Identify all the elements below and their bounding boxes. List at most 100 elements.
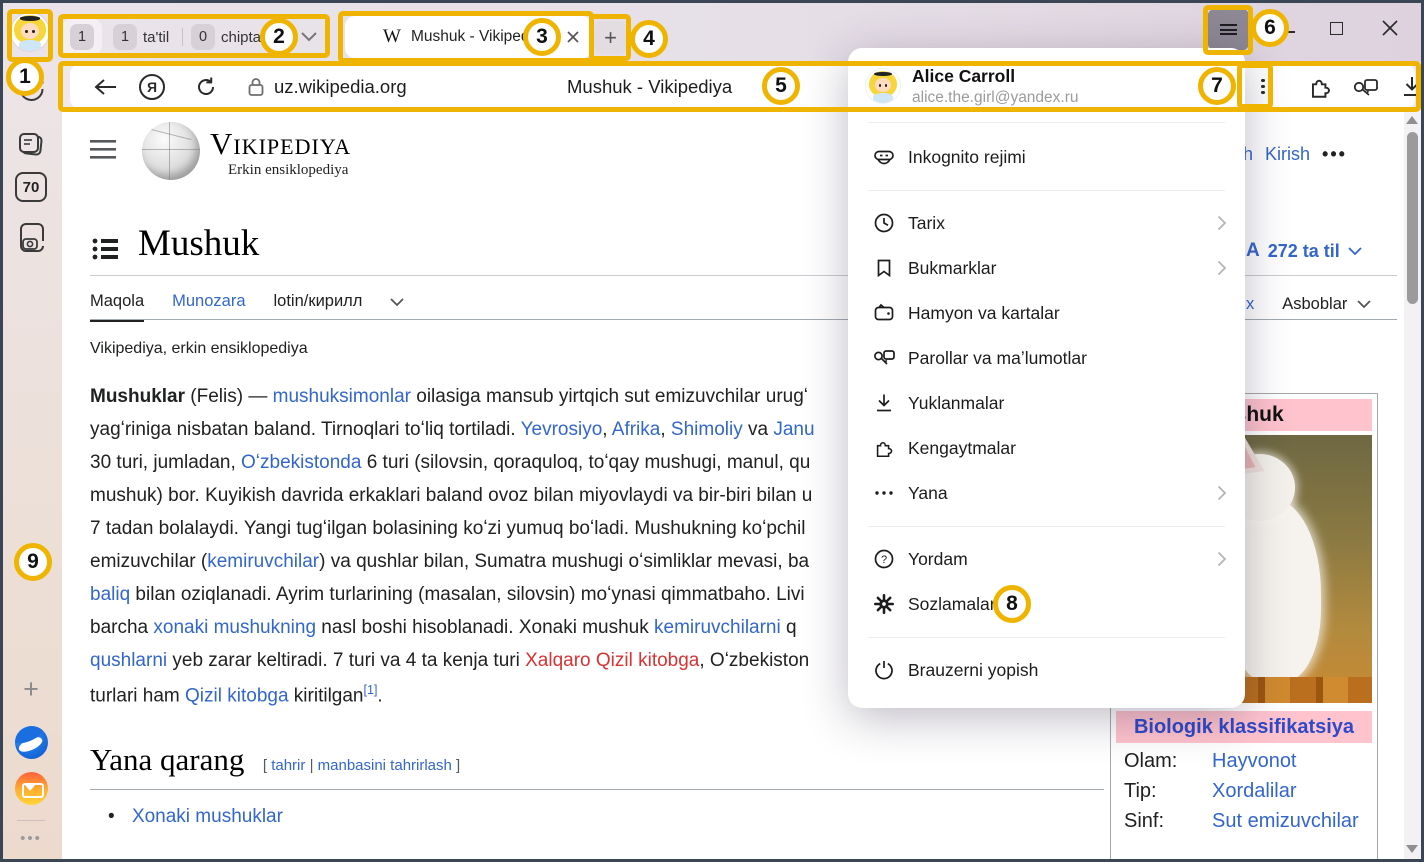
tab-munozara[interactable]: Munozara <box>172 292 245 322</box>
tab-maqola[interactable]: Maqola <box>90 292 144 322</box>
menu-item-help[interactable]: ? Yordam <box>848 537 1245 581</box>
login-link[interactable]: Kirish <box>1265 144 1310 165</box>
edit-link[interactable]: tahrir <box>271 757 305 774</box>
chevron-down-icon <box>1348 247 1362 256</box>
infobox-value-link[interactable]: Hayvonot <box>1212 750 1297 773</box>
active-tab-group[interactable]: 1 <box>62 19 102 55</box>
paragraph-line: emizuvchilar (kemiruvchilar) va qushlar … <box>90 551 815 584</box>
infobox-value-link[interactable]: Sut emizuvchilar <box>1212 810 1359 833</box>
scrollbar-thumb[interactable] <box>1407 132 1418 304</box>
pages-icon <box>15 130 47 160</box>
tab-groups-chevron-down-icon[interactable] <box>300 31 318 43</box>
menu-item-history[interactable]: Tarix <box>848 201 1245 245</box>
menu-item-wallet[interactable]: Hamyon va kartalar <box>848 291 1245 335</box>
puzzle-icon <box>1307 74 1333 100</box>
browser-menu-button[interactable] <box>1207 8 1250 51</box>
lock-icon <box>247 77 265 97</box>
reload-icon <box>195 76 217 98</box>
toc-list-icon <box>92 238 118 260</box>
kebab-menu-icon <box>1261 76 1264 97</box>
reload-button[interactable] <box>186 64 226 109</box>
maximize-button[interactable] <box>1326 18 1346 38</box>
clock-icon <box>872 212 896 234</box>
yandex-mail-logo <box>15 772 48 805</box>
paragraph-line: baliq bilan oziqlanadi. Ayrim turlarinin… <box>90 584 815 617</box>
sidebar-yandex-browser-button[interactable] <box>0 726 62 759</box>
annotation-circle-4: 4 <box>630 20 668 58</box>
back-button[interactable] <box>86 64 126 109</box>
passwords-button[interactable] <box>1346 64 1386 109</box>
extensions-button[interactable] <box>1302 64 1338 109</box>
article-paragraph: Mushuklar (Felis) — mushuksimonlar oilas… <box>90 386 815 716</box>
wikipedia-globe-logo[interactable] <box>142 122 200 180</box>
sidebar: 70 + ••• <box>0 62 62 862</box>
more-options-dots[interactable]: ••• <box>1322 144 1347 165</box>
wikipedia-favicon: W <box>383 26 401 48</box>
back-arrow-icon <box>94 78 118 96</box>
paragraph-line: Mushuklar (Felis) — mushuksimonlar oilas… <box>90 386 815 419</box>
sidebar-add-button[interactable]: + <box>0 674 62 705</box>
sidebar-screenshot-button[interactable] <box>0 218 62 254</box>
close-icon <box>1382 20 1398 36</box>
wiki-wordmark[interactable]: Vikipediya <box>210 126 351 162</box>
incognito-mask-icon <box>872 146 896 168</box>
paragraph-line: mushuk) bor. Kuyikish davrida erkaklari … <box>90 485 815 518</box>
menu-item-incognito[interactable]: Inkognito rejimi <box>848 135 1245 179</box>
chevron-down-icon[interactable] <box>390 298 404 307</box>
yandex-icon: Я <box>139 74 165 100</box>
see-also-item-link[interactable]: Xonaki mushuklar <box>132 806 283 827</box>
menu-item-settings[interactable]: Sozlamalar <box>848 582 1245 626</box>
annotation-circle-8: 8 <box>993 585 1031 623</box>
menu-item-bookmarks[interactable]: Bukmarklar <box>848 246 1245 290</box>
menu-item-close-browser[interactable]: Brauzerni yopish <box>848 648 1245 692</box>
scroll-down-arrow[interactable] <box>1406 845 1418 853</box>
url-text[interactable]: uz.wikipedia.org <box>274 64 407 109</box>
see-also-divider <box>90 789 1104 790</box>
lang-icon-fragment: A <box>1246 240 1260 262</box>
profile-avatar[interactable] <box>11 13 49 51</box>
account-row[interactable]: Alice Carroll alice.the.girl@yandex.ru <box>848 60 1245 112</box>
infobox-row: Tip: Xordalilar <box>1116 773 1372 803</box>
toc-button[interactable] <box>92 238 118 265</box>
tab-variant-selector[interactable]: lotin/кирилл <box>274 292 363 322</box>
sidebar-pages-button[interactable] <box>0 130 62 160</box>
browser-menu-popup: Alice Carroll alice.the.girl@yandex.ru I… <box>848 48 1245 708</box>
wiki-menu-button[interactable] <box>90 140 116 165</box>
download-icon <box>872 392 896 414</box>
sidebar-more-button[interactable]: ••• <box>0 830 62 847</box>
yandex-search-button[interactable]: Я <box>132 64 172 109</box>
chevron-right-icon <box>1217 485 1227 501</box>
menu-item-extensions[interactable]: Kengaytmalar <box>848 426 1245 470</box>
chevron-right-icon <box>1217 215 1227 231</box>
tab-close-icon[interactable] <box>566 30 580 44</box>
sidebar-tab-counter[interactable]: 70 <box>0 172 62 202</box>
wiki-tagline-logo: Erkin ensiklopediya <box>228 162 348 179</box>
edit-source-link[interactable]: manbasini tahrirlash <box>318 757 452 774</box>
menu-item-passwords[interactable]: Parollar va maʼlumotlar <box>848 336 1245 380</box>
account-email: alice.the.girl@yandex.ru <box>912 89 1079 107</box>
close-button[interactable] <box>1380 18 1400 38</box>
key-icon <box>872 347 896 369</box>
sidebar-yandex-mail-button[interactable] <box>0 772 62 805</box>
infobox-section-header: Biologik klassifikatsiya <box>1116 711 1372 743</box>
scrollbar[interactable] <box>1404 110 1421 859</box>
question-icon: ? <box>872 548 896 570</box>
group-separator <box>182 28 183 46</box>
toolbar-more-button[interactable] <box>1248 64 1278 109</box>
tools-menu-button[interactable]: x Asboblar <box>1246 295 1371 314</box>
tab-group-chipta[interactable]: 0 chipta <box>191 24 261 50</box>
see-also-list: • Xonaki mushuklar <box>108 806 283 828</box>
download-icon <box>1401 75 1423 99</box>
menu-divider <box>868 190 1225 191</box>
menu-item-more[interactable]: Yana <box>848 471 1245 515</box>
annotation-circle-9: 9 <box>14 543 52 581</box>
new-tab-button[interactable]: + <box>594 21 627 54</box>
site-security-lock[interactable] <box>242 64 270 109</box>
language-selector-button[interactable]: A 272 ta til <box>1246 240 1362 262</box>
downloads-button[interactable] <box>1394 64 1424 109</box>
tab-group-tatil[interactable]: 1 ta'til <box>113 24 169 50</box>
infobox-value-link[interactable]: Xordalilar <box>1212 780 1296 803</box>
menu-item-downloads[interactable]: Yuklanmalar <box>848 381 1245 425</box>
scroll-up-arrow[interactable] <box>1406 116 1418 124</box>
plus-icon: + <box>23 674 39 705</box>
